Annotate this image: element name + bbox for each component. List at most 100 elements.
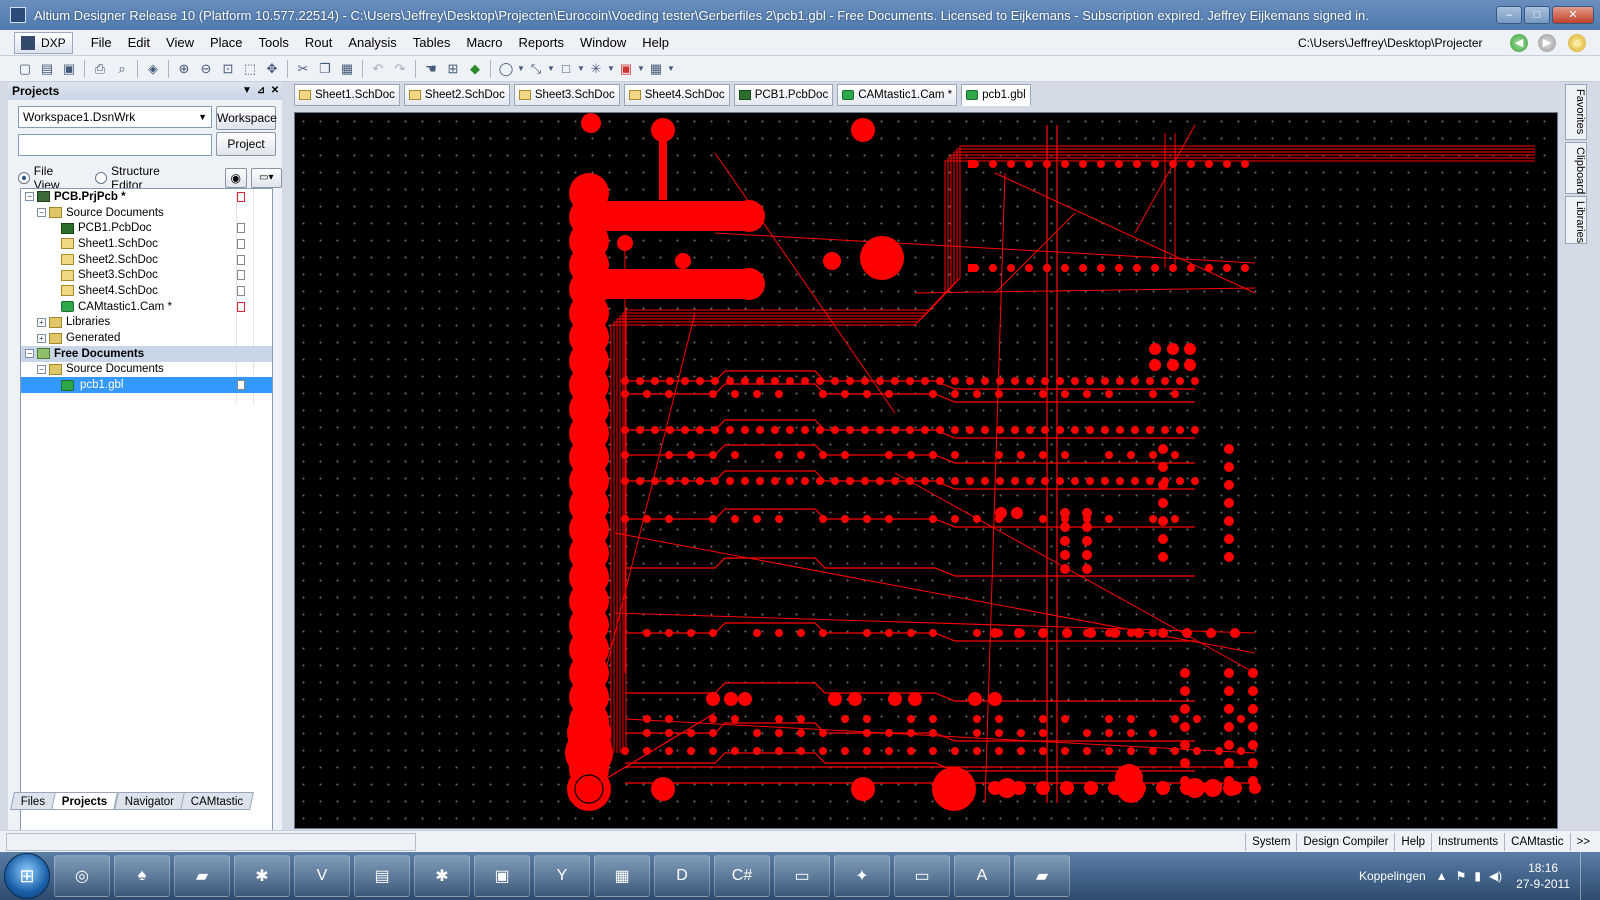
collapse-icon[interactable]: − (25, 349, 34, 359)
menu-analysis[interactable]: Analysis (340, 32, 404, 54)
component-icon[interactable]: ◆ (464, 58, 486, 80)
tray-expand-icon[interactable]: ▲ (1436, 869, 1448, 883)
status-help-button[interactable]: Help (1394, 833, 1431, 851)
document-tab[interactable]: Sheet2.SchDoc (403, 84, 510, 106)
close-button[interactable]: ✕ (1552, 6, 1594, 24)
tree-item[interactable]: CAMtastic1.Cam * (21, 299, 272, 315)
paste-icon[interactable]: ▦ (336, 58, 358, 80)
menu-tables[interactable]: Tables (405, 32, 459, 54)
place-icon[interactable]: ⊞ (442, 58, 464, 80)
dropdown-arrow-icon[interactable]: ▼ (607, 64, 615, 73)
project-search-input[interactable] (18, 134, 212, 156)
status-camtastic-button[interactable]: CAMtastic (1504, 833, 1569, 851)
dropdown-arrow-icon[interactable]: ▼ (667, 64, 675, 73)
tab-clipboard[interactable]: Clipboard (1565, 142, 1587, 194)
dxp-menu[interactable]: DXP (14, 31, 73, 54)
tree-item[interactable]: Sheet4.SchDoc (21, 283, 272, 299)
document-tab[interactable]: Sheet1.SchDoc (294, 84, 400, 106)
minimize-button[interactable]: – (1496, 6, 1522, 24)
taskbar-bug-icon[interactable]: ✱ (234, 855, 290, 897)
tree-item[interactable]: Sheet2.SchDoc (21, 252, 272, 268)
lasso-icon[interactable]: ◯ (495, 58, 517, 80)
taskbar-book-icon[interactable]: ▰ (174, 855, 230, 897)
gerber-canvas[interactable] (294, 112, 1558, 829)
tree-item[interactable]: − PCB.PrjPcb * (21, 189, 272, 205)
menu-help[interactable]: Help (634, 32, 677, 54)
tab-favorites[interactable]: Favorites (1565, 84, 1587, 140)
taskbar-pdf-icon[interactable]: A (954, 855, 1010, 897)
clock[interactable]: 18:16 27-9-2011 (1516, 860, 1570, 892)
network-icon[interactable]: ▮ (1474, 869, 1481, 883)
tree-item[interactable]: PCB1.PcbDoc (21, 220, 272, 236)
tree-item[interactable]: − Source Documents (21, 362, 272, 378)
save-icon[interactable]: ▣ (58, 58, 80, 80)
net-icon[interactable]: ✳ (585, 58, 607, 80)
taskbar-app2-icon[interactable]: ▣ (474, 855, 530, 897)
dropdown-arrow-icon[interactable]: ▼ (577, 64, 585, 73)
tree-item[interactable]: + Libraries (21, 315, 272, 331)
status-instruments-button[interactable]: Instruments (1431, 833, 1504, 851)
tab-files[interactable]: Files (10, 792, 57, 810)
volume-icon[interactable]: ◀) (1489, 869, 1502, 883)
altium-app-icon[interactable] (10, 7, 26, 23)
project-options-icon[interactable]: ◉ (224, 168, 247, 188)
tree-item[interactable]: − Source Documents (21, 205, 272, 221)
tree-item[interactable]: + Generated (21, 330, 272, 346)
tab-camtastic[interactable]: CAMtastic (179, 792, 255, 810)
menu-rout[interactable]: Rout (297, 32, 340, 54)
start-button[interactable]: ⊞ (4, 853, 50, 899)
taskbar-ladybug-icon[interactable]: ✱ (414, 855, 470, 897)
menu-macro[interactable]: Macro (458, 32, 510, 54)
taskbar-dfile-icon[interactable]: D (654, 855, 710, 897)
panel-close-icon[interactable]: ✕ (268, 84, 282, 98)
dropdown-arrow-icon[interactable]: ▼ (547, 64, 555, 73)
dropdown-arrow-icon[interactable]: ▼ (517, 64, 525, 73)
redo-icon[interactable]: ↷ (389, 58, 411, 80)
menu-edit[interactable]: Edit (120, 32, 158, 54)
taskbar-app3-icon[interactable]: ▦ (594, 855, 650, 897)
taskbar-altium-pro-icon[interactable]: V (294, 855, 350, 897)
taskbar-explorer-icon[interactable]: ▤ (354, 855, 410, 897)
document-path-field[interactable]: C:\Users\Jeffrey\Desktop\Projecter (1298, 33, 1496, 53)
copy-icon[interactable]: ❐ (314, 58, 336, 80)
collapse-icon[interactable]: − (37, 208, 46, 218)
document-tab[interactable]: CAMtastic1.Cam * (837, 84, 958, 106)
menu-file[interactable]: File (83, 32, 120, 54)
tab-libraries[interactable]: Libraries (1565, 196, 1587, 244)
status-system-button[interactable]: System (1245, 833, 1296, 851)
show-desktop-button[interactable] (1580, 852, 1592, 900)
open-icon[interactable]: ▤ (36, 58, 58, 80)
taskbar-y-icon[interactable]: Y (534, 855, 590, 897)
zoom-out-icon[interactable]: ⊖ (195, 58, 217, 80)
flag-icon[interactable]: ⚑ (1456, 869, 1467, 883)
pin-icon[interactable]: ⊿ (254, 84, 268, 98)
taskbar-app-icon[interactable]: ♠ (114, 855, 170, 897)
panel-menu-icon[interactable]: ▼ (240, 84, 254, 98)
collapse-icon[interactable]: − (25, 192, 34, 202)
dropdown-arrow-icon[interactable]: ▼ (637, 64, 645, 73)
taskbar-csharp-icon[interactable]: C# (714, 855, 770, 897)
select-icon[interactable]: ⤡ (525, 58, 547, 80)
hand-icon[interactable]: ☚ (420, 58, 442, 80)
document-tab[interactable]: Sheet4.SchDoc (623, 84, 730, 106)
menu-view[interactable]: View (158, 32, 202, 54)
menu-tools[interactable]: Tools (251, 32, 297, 54)
pan-icon[interactable]: ✥ (261, 58, 283, 80)
zoom-fit-icon[interactable]: ⊡ (217, 58, 239, 80)
tree-item[interactable]: − Free Documents (21, 345, 272, 362)
clear-icon[interactable]: ▣ (615, 58, 637, 80)
status-more-button[interactable]: >> (1569, 833, 1596, 851)
workspace-button[interactable]: Workspace (216, 106, 277, 130)
taskbar-book2-icon[interactable]: ▰ (1014, 855, 1070, 897)
back-arrow-icon[interactable]: ◀ (1510, 34, 1528, 52)
print-preview-icon[interactable]: ⌕ (111, 58, 133, 80)
forward-arrow-icon[interactable]: ▶ (1538, 34, 1556, 52)
document-tab[interactable]: PCB1.PcbDoc (733, 84, 834, 106)
collapse-icon[interactable]: − (37, 364, 46, 374)
status-design-compiler-button[interactable]: Design Compiler (1296, 833, 1394, 851)
document-tab[interactable]: Sheet3.SchDoc (513, 84, 620, 106)
document-tab[interactable]: pcb1.gbl (961, 84, 1031, 106)
grid-icon[interactable]: ▦ (645, 58, 667, 80)
menu-place[interactable]: Place (202, 32, 251, 54)
layers-icon[interactable]: ◈ (142, 58, 164, 80)
